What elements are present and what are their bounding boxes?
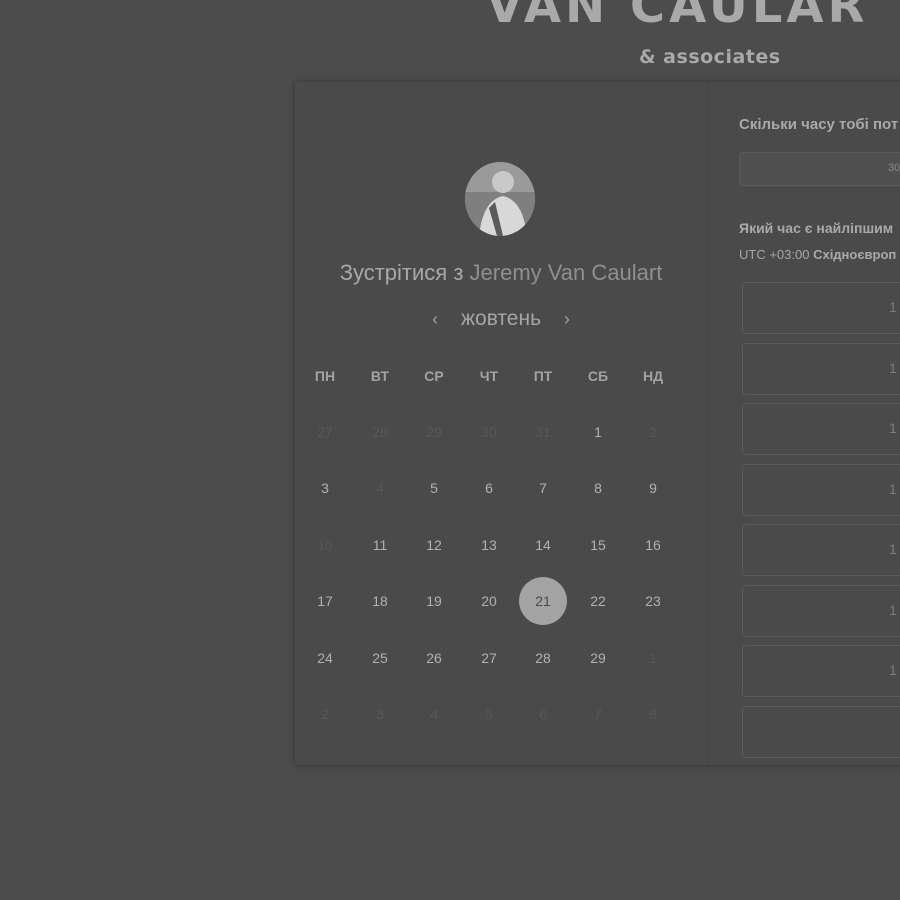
calendar-day: 8 bbox=[649, 706, 657, 722]
calendar-day[interactable]: 29 bbox=[574, 634, 622, 682]
calendar-day: 10 bbox=[317, 536, 333, 553]
duration-value: 30 bbox=[888, 162, 900, 174]
calendar-day: 28 bbox=[372, 424, 388, 440]
calendar-day: 4 bbox=[430, 706, 438, 722]
time-slot-label: 1 bbox=[889, 601, 897, 618]
calendar-day[interactable]: 9 bbox=[629, 464, 677, 512]
weekday-header: СР bbox=[424, 368, 444, 384]
time-slot-label: 1 bbox=[889, 480, 897, 497]
brand-subtitle: & associates bbox=[639, 46, 781, 68]
calendar-pane: Зустрітися з Jeremy Van Caulart ‹ жовтен… bbox=[295, 82, 708, 765]
time-slot-label: 1 bbox=[889, 299, 897, 315]
time-slot-label: 1 bbox=[889, 420, 897, 436]
month-navigation: ‹ жовтень › bbox=[295, 307, 707, 331]
calendar-day[interactable]: 18 bbox=[356, 577, 404, 625]
calendar-day[interactable]: 5 bbox=[410, 464, 458, 512]
time-slot-button[interactable] bbox=[742, 705, 900, 758]
calendar-day: 6 bbox=[539, 706, 547, 722]
calendar-day[interactable]: 13 bbox=[465, 521, 513, 569]
weekday-header: НД bbox=[642, 368, 664, 384]
calendar-day[interactable]: 26 bbox=[410, 634, 458, 682]
time-slot-label: 1 bbox=[889, 662, 897, 678]
selected-day[interactable]: 21 bbox=[519, 577, 567, 626]
time-slot-button[interactable]: 1 bbox=[742, 524, 900, 576]
calendar-day: 2 bbox=[321, 706, 329, 722]
host-name: Jeremy Van Caulart bbox=[469, 260, 663, 285]
calendar-day[interactable]: 8 bbox=[574, 464, 622, 512]
calendar-day[interactable]: 25 bbox=[356, 634, 404, 682]
host-avatar bbox=[465, 162, 535, 236]
time-slot-button[interactable]: 1 bbox=[742, 463, 900, 516]
chevron-right-icon[interactable]: › bbox=[555, 309, 579, 330]
scheduler-pane: Скільки часу тобі пот 30 Який час є найл… bbox=[708, 82, 900, 765]
calendar-day[interactable]: 3 bbox=[301, 464, 349, 512]
calendar-day[interactable]: 19 bbox=[410, 577, 458, 625]
time-slot-button[interactable]: 1 bbox=[742, 342, 900, 395]
calendar-day: 29 bbox=[426, 424, 442, 440]
duration-selector[interactable]: 30 bbox=[739, 152, 900, 186]
time-slot-button[interactable]: 1 bbox=[742, 282, 900, 334]
meet-title: Зустрітися з Jeremy Van Caulart bbox=[295, 260, 707, 286]
calendar-day: 1 bbox=[649, 649, 657, 666]
weekday-header: СБ bbox=[587, 368, 609, 384]
calendar-day[interactable]: 15 bbox=[574, 521, 622, 569]
calendar-day[interactable]: 23 bbox=[629, 577, 677, 625]
calendar-day[interactable]: 6 bbox=[465, 464, 513, 512]
time-question: Який час є найліпшим bbox=[739, 220, 894, 236]
time-slot-label: 1 bbox=[889, 359, 897, 376]
month-label: жовтень bbox=[460, 307, 542, 330]
duration-question: Скільки часу тобі пот bbox=[739, 116, 899, 133]
timezone-name: Східноєвроп bbox=[813, 247, 897, 262]
calendar-day[interactable]: 7 bbox=[519, 464, 567, 512]
calendar-day: 5 bbox=[485, 706, 493, 722]
brand-logo-text: VAN CAULAR bbox=[486, 0, 869, 34]
calendar-day[interactable]: 24 bbox=[301, 634, 349, 682]
time-slot-button[interactable]: 1 bbox=[742, 584, 900, 637]
calendar-day: 31 bbox=[535, 424, 551, 440]
person-photo-icon bbox=[465, 162, 535, 236]
timezone-offset: UTC +03:00 bbox=[739, 247, 810, 262]
calendar-day[interactable]: 1 bbox=[574, 408, 622, 456]
meet-prefix: Зустрітися з bbox=[339, 260, 464, 285]
calendar-day[interactable]: 28 bbox=[519, 634, 567, 682]
calendar-day: 7 bbox=[594, 706, 602, 722]
calendar-day[interactable]: 16 bbox=[629, 521, 677, 569]
weekday-header: ПН bbox=[314, 368, 336, 384]
calendar-day: 3 bbox=[376, 706, 384, 722]
time-slot-button[interactable]: 1 bbox=[742, 403, 900, 455]
weekday-header: ЧТ bbox=[479, 368, 499, 384]
calendar-day[interactable]: 27 bbox=[465, 634, 513, 682]
time-slot-button[interactable]: 1 bbox=[742, 645, 900, 697]
time-slot-label: 1 bbox=[889, 541, 897, 557]
chevron-left-icon[interactable]: ‹ bbox=[423, 309, 447, 330]
timezone-label: UTC +03:00 Східноєвроп bbox=[739, 247, 896, 262]
calendar-day[interactable]: 17 bbox=[301, 577, 349, 625]
calendar-day: 30 bbox=[481, 424, 497, 440]
calendar-day[interactable]: 12 bbox=[410, 521, 458, 569]
calendar-day: 4 bbox=[376, 480, 384, 497]
calendar-day[interactable]: 22 bbox=[574, 577, 622, 625]
booking-panel: Зустрітися з Jeremy Van Caulart ‹ жовтен… bbox=[295, 82, 900, 765]
calendar-day[interactable]: 11 bbox=[356, 521, 404, 569]
calendar-day: 2 bbox=[649, 424, 657, 440]
weekday-header: ВТ bbox=[370, 368, 390, 384]
calendar-day: 27 bbox=[317, 424, 333, 440]
weekday-header: ПТ bbox=[533, 368, 553, 384]
calendar-day[interactable]: 14 bbox=[519, 521, 567, 569]
calendar-day[interactable]: 20 bbox=[465, 577, 513, 625]
